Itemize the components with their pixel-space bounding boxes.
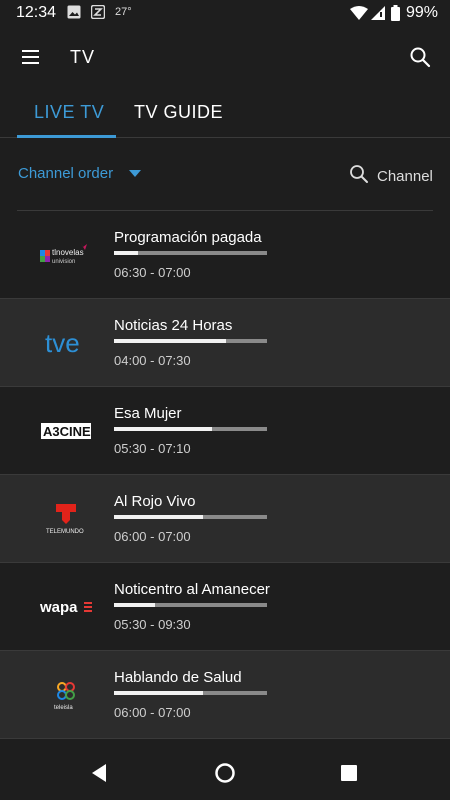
status-bar: 12:34 27° 99% xyxy=(0,0,450,28)
program-title: Hablando de Salud xyxy=(114,669,242,686)
battery-percentage: 99% xyxy=(406,4,439,21)
a3cine-logo: A3CINE xyxy=(36,411,96,451)
status-time: 12:34 xyxy=(16,4,57,21)
progress-fill xyxy=(114,251,139,255)
signal-icon xyxy=(371,6,385,25)
logo-text: tlnovelas xyxy=(52,248,84,257)
active-tab-indicator xyxy=(17,135,116,138)
program-row[interactable]: teleisla Hablando de Salud 06:00 - 07:00 xyxy=(0,651,450,739)
progress-fill xyxy=(114,515,203,519)
search-icon[interactable] xyxy=(408,45,432,69)
program-title: Programación pagada xyxy=(114,229,262,246)
program-row[interactable]: TELEMUNDO Al Rojo Vivo 06:00 - 07:00 xyxy=(0,475,450,563)
tlnovelas-univision-logo: tlnovelas univision xyxy=(36,235,96,275)
channel-order-dropdown[interactable]: Channel order xyxy=(18,164,142,182)
logo-text: TELEMUNDO xyxy=(46,529,84,535)
teleisla-logo: teleisla xyxy=(36,675,96,715)
program-title: Al Rojo Vivo xyxy=(114,493,196,510)
program-title: Noticentro al Amanecer xyxy=(114,581,270,598)
page-title: TV xyxy=(70,47,96,67)
progress-fill xyxy=(114,339,226,343)
back-icon[interactable] xyxy=(90,763,108,788)
filter-row: Channel order Channel xyxy=(0,158,450,194)
program-time: 04:00 - 07:30 xyxy=(114,353,191,368)
recents-icon[interactable] xyxy=(341,765,357,786)
app-notification-icon xyxy=(90,4,106,24)
program-progress-bar xyxy=(114,339,267,343)
tab-bar: LIVE TV TV GUIDE xyxy=(0,86,450,138)
channel-search-button[interactable]: Channel xyxy=(349,164,433,189)
program-row[interactable]: A3CINE Esa Mujer 05:30 - 07:10 xyxy=(0,387,450,475)
program-progress-bar xyxy=(114,603,267,607)
program-row[interactable]: tlnovelas univision Programación pagada … xyxy=(0,211,450,299)
home-icon[interactable] xyxy=(214,762,236,789)
program-title: Noticias 24 Horas xyxy=(114,317,233,334)
live-program-list: tlnovelas univision Programación pagada … xyxy=(0,211,450,739)
program-progress-bar xyxy=(114,515,267,519)
logo-subtext: univision xyxy=(52,259,75,265)
program-time: 06:00 - 07:00 xyxy=(114,529,191,544)
program-time: 06:30 - 07:00 xyxy=(114,265,191,280)
program-progress-bar xyxy=(114,427,267,431)
program-time: 05:30 - 09:30 xyxy=(114,617,191,632)
progress-fill xyxy=(114,427,212,431)
image-notification-icon xyxy=(67,5,81,24)
wapa-logo: wapa xyxy=(36,587,96,627)
channel-order-label: Channel order xyxy=(18,164,114,182)
program-progress-bar xyxy=(114,251,267,255)
tab-tv-guide[interactable]: TV GUIDE xyxy=(134,102,223,123)
tve-logo: tve xyxy=(36,323,96,363)
progress-fill xyxy=(114,603,156,607)
telemundo-logo: TELEMUNDO xyxy=(36,499,96,539)
caret-down-icon xyxy=(129,165,142,182)
channel-search-label: Channel xyxy=(377,168,433,185)
logo-text: tve xyxy=(45,328,80,358)
logo-text: teleisla xyxy=(54,705,73,711)
app-bar: TV xyxy=(0,28,450,86)
search-icon xyxy=(349,164,369,189)
program-time: 05:30 - 07:10 xyxy=(114,441,191,456)
status-temperature: 27° xyxy=(115,6,132,18)
program-time: 06:00 - 07:00 xyxy=(114,705,191,720)
progress-fill xyxy=(114,691,203,695)
logo-text: wapa xyxy=(39,599,78,616)
program-row[interactable]: wapa Noticentro al Amanecer 05:30 - 09:3… xyxy=(0,563,450,651)
program-row[interactable]: tve Noticias 24 Horas 04:00 - 07:30 xyxy=(0,299,450,387)
wifi-icon xyxy=(350,6,368,25)
battery-icon xyxy=(391,5,400,26)
program-title: Esa Mujer xyxy=(114,405,182,422)
logo-text: A3CINE xyxy=(43,424,91,439)
hamburger-menu-icon[interactable] xyxy=(20,47,42,67)
program-progress-bar xyxy=(114,691,267,695)
system-navigation-bar xyxy=(0,746,450,800)
tab-live-tv[interactable]: LIVE TV xyxy=(34,102,104,123)
